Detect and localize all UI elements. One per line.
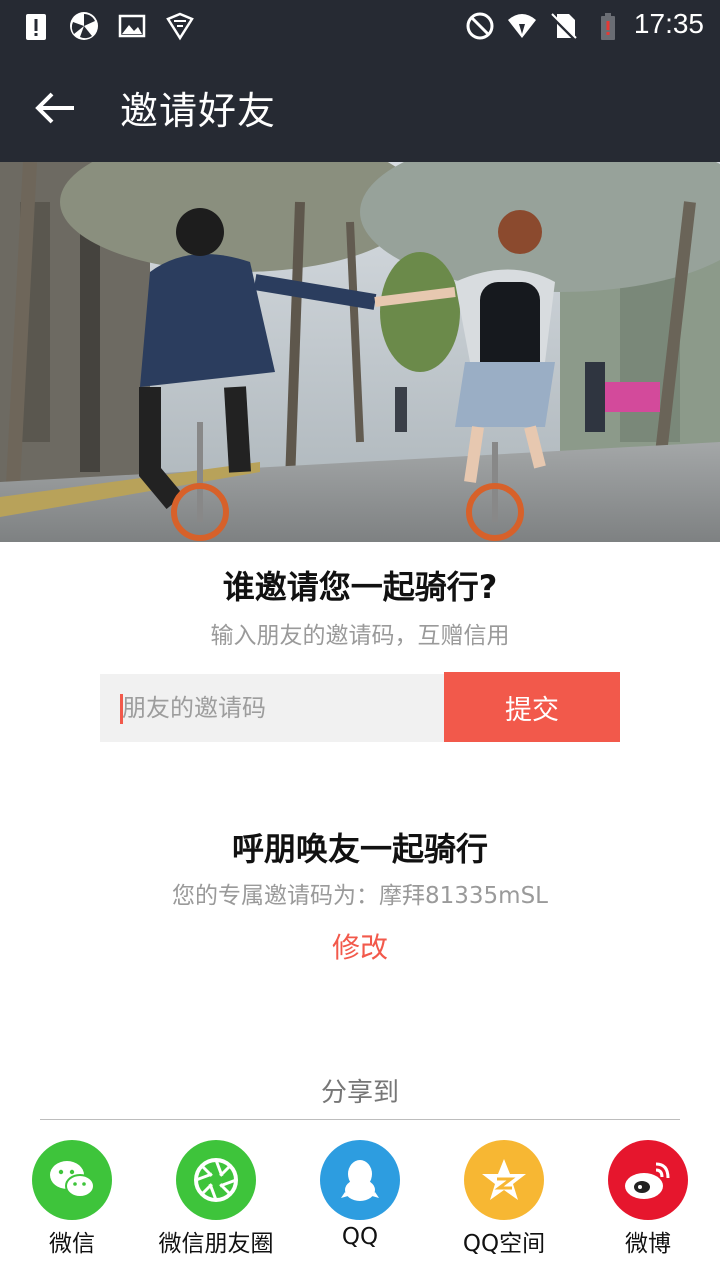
app-bar: 邀请好友 xyxy=(0,52,720,162)
text-cursor xyxy=(120,694,123,724)
shield-icon xyxy=(166,12,194,41)
status-time: 17:35 xyxy=(633,8,704,39)
share-qzone-label: QQ空间 xyxy=(462,1231,546,1257)
share-title: 呼朋唤友一起骑行 xyxy=(231,830,488,868)
modify-code-link[interactable]: 修改 xyxy=(0,926,720,966)
share-qzone[interactable]: QQ空间 xyxy=(424,1140,584,1260)
share-wechat-label: 微信 xyxy=(49,1231,95,1257)
arrow-left-icon xyxy=(35,92,74,124)
invite-subtitle: 输入朋友的邀请码，互赠信用 xyxy=(210,623,510,649)
alert-icon xyxy=(26,14,46,40)
share-weibo[interactable]: 微博 xyxy=(568,1140,720,1260)
invite-title: 谁邀请您一起骑行? xyxy=(222,568,498,606)
share-weibo-label: 微博 xyxy=(625,1231,671,1257)
battery-icon xyxy=(601,13,615,40)
qq-icon xyxy=(320,1140,400,1220)
status-bar: 17:35 xyxy=(0,0,720,52)
wechat-icon xyxy=(32,1140,112,1220)
back-button[interactable] xyxy=(24,76,88,140)
share-moments[interactable]: 微信朋友圈 xyxy=(136,1140,296,1260)
no-sim-icon xyxy=(550,13,578,42)
share-qq-label: QQ xyxy=(341,1224,379,1250)
hero-image xyxy=(0,162,720,542)
wifi-icon xyxy=(508,14,536,38)
image-icon xyxy=(118,14,146,38)
weibo-icon xyxy=(608,1140,688,1220)
qzone-icon xyxy=(464,1140,544,1220)
vpn-icon xyxy=(70,12,98,40)
invite-code-field[interactable] xyxy=(100,674,444,742)
invite-code-input[interactable] xyxy=(100,674,444,742)
my-invite-code: 您的专属邀请码为：摩拜81335mSL xyxy=(172,883,548,909)
moments-icon xyxy=(176,1140,256,1220)
share-wechat[interactable]: 微信 xyxy=(0,1140,152,1260)
page-title: 邀请好友 xyxy=(120,89,277,133)
submit-button[interactable]: 提交 xyxy=(444,672,620,742)
share-qq[interactable]: QQ xyxy=(280,1140,440,1260)
block-icon xyxy=(466,12,494,40)
share-to-label: 分享到 xyxy=(320,1078,399,1108)
share-divider xyxy=(40,1119,680,1120)
share-moments-label: 微信朋友圈 xyxy=(158,1231,274,1257)
